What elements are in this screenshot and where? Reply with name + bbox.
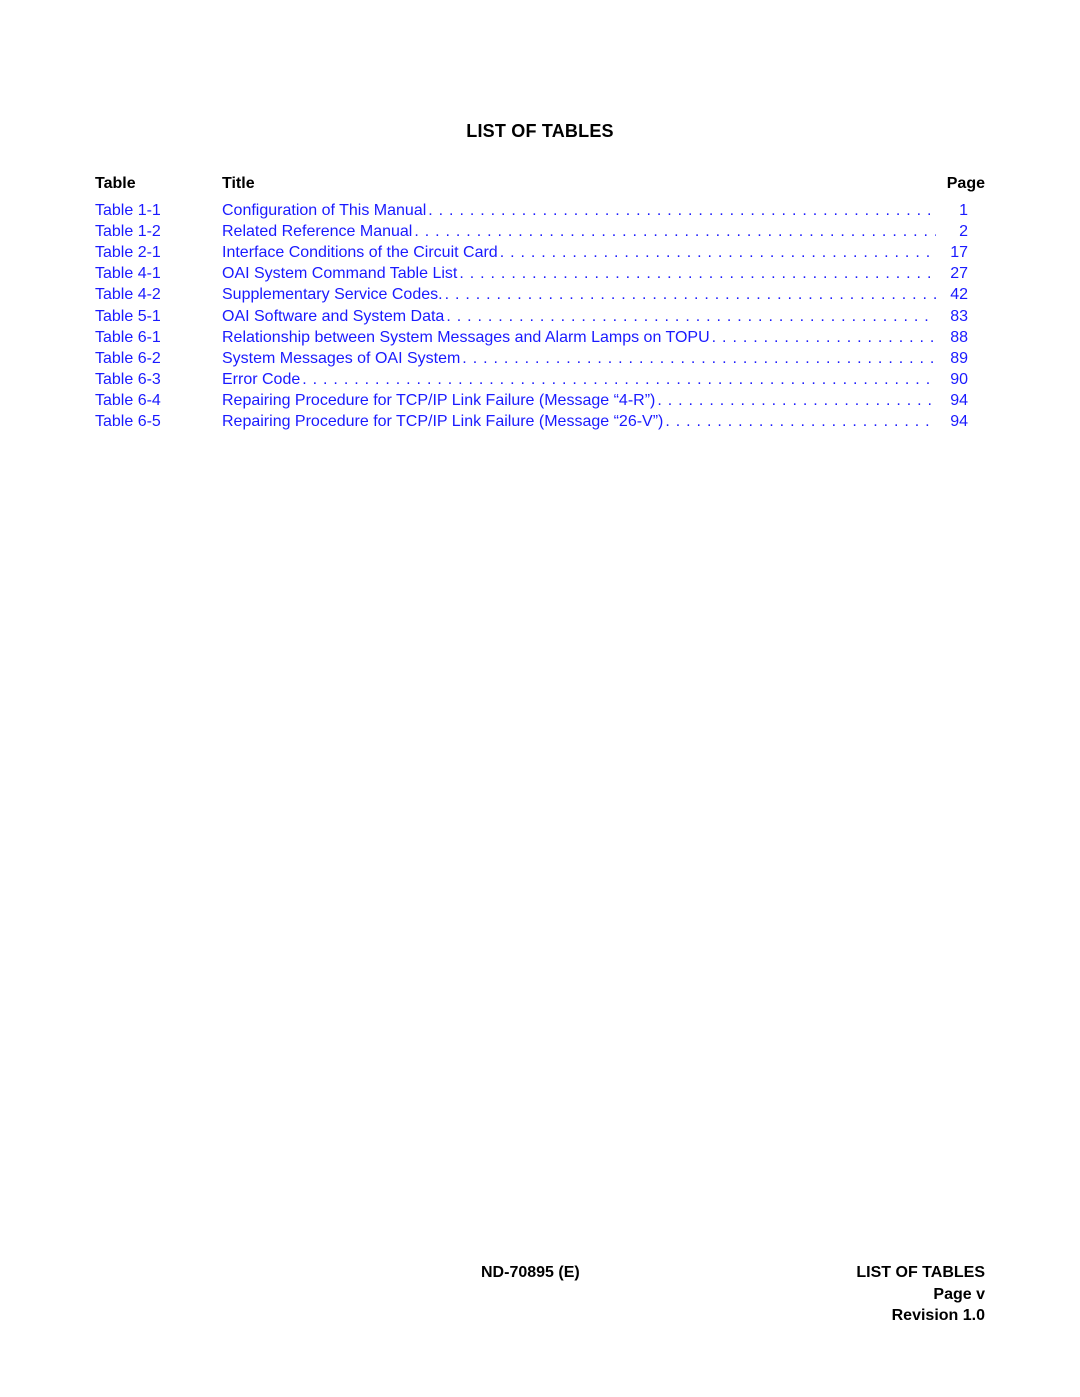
page-number-link[interactable]: 94 — [936, 392, 968, 410]
toc-entry[interactable]: Table 6-5 Repairing Procedure for TCP/IP… — [95, 412, 985, 433]
column-header-title: Title — [222, 174, 255, 192]
page-title: LIST OF TABLES — [466, 121, 614, 141]
table-number-link[interactable]: Table 4-2 — [95, 286, 222, 304]
page-number-link[interactable]: 42 — [936, 286, 968, 304]
dot-leader — [446, 308, 936, 326]
page-number-link[interactable]: 90 — [936, 371, 968, 389]
page-number-link[interactable]: 2 — [936, 223, 968, 241]
table-title-link[interactable]: Error Code — [222, 371, 302, 389]
dot-leader — [302, 371, 936, 389]
table-title-link[interactable]: Supplementary Service Codes. — [222, 286, 445, 304]
footer-revision: Revision 1.0 — [891, 1307, 985, 1324]
table-number-link[interactable]: Table 1-1 — [95, 202, 222, 220]
table-number-link[interactable]: Table 2-1 — [95, 244, 222, 262]
toc-entry[interactable]: Table 1-1 Configuration of This Manual 1 — [95, 200, 985, 221]
page-number-link[interactable]: 27 — [936, 265, 968, 283]
toc-entry[interactable]: Table 4-1 OAI System Command Table List … — [95, 264, 985, 285]
dot-leader — [500, 244, 936, 262]
page-number-link[interactable]: 88 — [936, 329, 968, 347]
table-number-link[interactable]: Table 4-1 — [95, 265, 222, 283]
toc-entry[interactable]: Table 5-1 OAI Software and System Data 8… — [95, 306, 985, 327]
table-title-link[interactable]: Related Reference Manual — [222, 223, 414, 241]
dot-leader — [459, 265, 936, 283]
dot-leader — [445, 286, 936, 304]
table-number-link[interactable]: Table 6-3 — [95, 371, 222, 389]
toc-entry[interactable]: Table 6-3 Error Code 90 — [95, 370, 985, 391]
table-number-link[interactable]: Table 6-1 — [95, 329, 222, 347]
toc-header: Table Title Page — [95, 173, 985, 194]
footer-section-title: LIST OF TABLES — [856, 1264, 985, 1281]
page-number-link[interactable]: 17 — [936, 244, 968, 262]
dot-leader — [665, 413, 936, 431]
table-title-link[interactable]: Repairing Procedure for TCP/IP Link Fail… — [222, 413, 665, 431]
page-number-link[interactable]: 1 — [936, 202, 968, 220]
table-title-link[interactable]: Repairing Procedure for TCP/IP Link Fail… — [222, 392, 657, 410]
dot-leader — [712, 329, 936, 347]
table-title-link[interactable]: OAI System Command Table List — [222, 265, 459, 283]
column-header-table: Table — [95, 174, 136, 192]
dot-leader — [428, 202, 936, 220]
table-number-link[interactable]: Table 1-2 — [95, 223, 222, 241]
table-number-link[interactable]: Table 6-2 — [95, 350, 222, 368]
dot-leader — [414, 223, 936, 241]
table-title-link[interactable]: Interface Conditions of the Circuit Card — [222, 244, 500, 262]
document-id: ND-70895 (E) — [481, 1264, 580, 1281]
table-number-link[interactable]: Table 6-4 — [95, 392, 222, 410]
table-number-link[interactable]: Table 6-5 — [95, 413, 222, 431]
list-of-tables: Table Title Page Table 1-1 Configuration… — [95, 173, 985, 433]
column-header-page: Page — [946, 174, 985, 192]
page-number-link[interactable]: 94 — [936, 413, 968, 431]
toc-entry[interactable]: Table 6-4 Repairing Procedure for TCP/IP… — [95, 391, 985, 412]
footer-page-number: Page v — [933, 1285, 985, 1303]
toc-entry[interactable]: Table 6-1 Relationship between System Me… — [95, 327, 985, 348]
page-number-link[interactable]: 89 — [936, 350, 968, 368]
table-title-link[interactable]: Relationship between System Messages and… — [222, 329, 712, 347]
toc-entry[interactable]: Table 1-2 Related Reference Manual 2 — [95, 221, 985, 242]
dot-leader — [657, 392, 936, 410]
toc-entry[interactable]: Table 2-1 Interface Conditions of the Ci… — [95, 242, 985, 263]
toc-entry[interactable]: Table 6-2 System Messages of OAI System … — [95, 348, 985, 369]
table-title-link[interactable]: Configuration of This Manual — [222, 202, 428, 220]
footer-right-block: LIST OF TABLES Page v Revision 1.0 — [856, 1262, 985, 1327]
table-title-link[interactable]: OAI Software and System Data — [222, 308, 446, 326]
toc-entry[interactable]: Table 4-2 Supplementary Service Codes. 4… — [95, 285, 985, 306]
table-number-link[interactable]: Table 5-1 — [95, 308, 222, 326]
table-title-link[interactable]: System Messages of OAI System — [222, 350, 462, 368]
dot-leader — [462, 350, 936, 368]
page-number-link[interactable]: 83 — [936, 308, 968, 326]
